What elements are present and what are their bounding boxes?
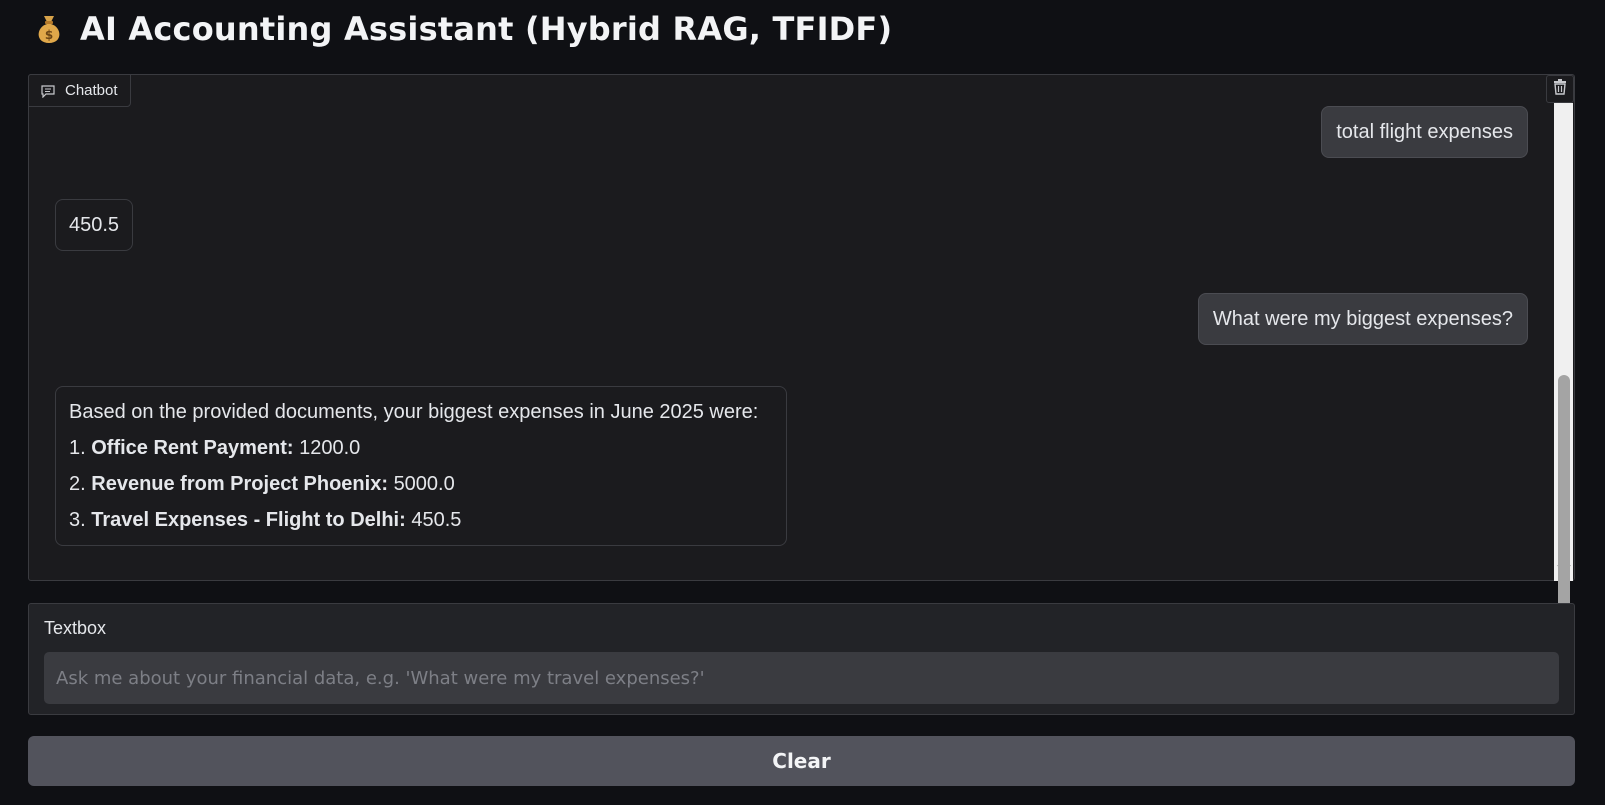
list-item-number: 2.: [69, 473, 86, 495]
bot-message-intro: Based on the provided documents, your bi…: [69, 401, 759, 423]
chatbot-label: Chatbot: [28, 74, 131, 107]
list-item-value: 450.5: [411, 509, 462, 531]
chat-bubble-icon: [41, 84, 55, 98]
chat-scrollbar-thumb[interactable]: [1558, 375, 1570, 629]
app-page: $ AI Accounting Assistant (Hybrid RAG, T…: [0, 0, 1605, 805]
user-message-text: total flight expenses: [1336, 121, 1513, 143]
chat-input[interactable]: [44, 652, 1559, 704]
textbox-panel: Textbox: [28, 603, 1575, 715]
list-item-value: 1200.0: [299, 437, 361, 459]
user-message-text: What were my biggest expenses?: [1212, 308, 1513, 330]
user-message: What were my biggest expenses?: [1197, 293, 1528, 345]
list-item-label: Office Rent Payment:: [91, 437, 294, 459]
user-message: total flight expenses: [1321, 106, 1528, 158]
bot-message: 450.5: [55, 199, 134, 251]
list-item-label: Travel Expenses - Flight to Delhi:: [91, 509, 406, 531]
textbox-label: Textbox: [44, 618, 107, 638]
bot-message: Based on the provided documents, your bi…: [55, 386, 787, 546]
list-item: 2. Revenue from Project Phoenix: 5000.0: [69, 471, 773, 497]
scroll-down-arrow-icon[interactable]: [1557, 565, 1571, 575]
list-item-number: 3.: [69, 509, 86, 531]
chatbot-panel: Chatbot total flight expenses 450.5 What…: [28, 74, 1575, 629]
money-bag-icon: $: [32, 12, 66, 46]
list-item: 3. Travel Expenses - Flight to Delhi: 45…: [69, 507, 773, 533]
page-title: AI Accounting Assistant (Hybrid RAG, TFI…: [80, 10, 893, 48]
chatbot-label-text: Chatbot: [65, 82, 118, 99]
svg-text:$: $: [45, 28, 53, 42]
app-header: $ AI Accounting Assistant (Hybrid RAG, T…: [32, 6, 892, 52]
clear-button[interactable]: Clear: [28, 736, 1575, 786]
list-item: 1. Office Rent Payment: 1200.0: [69, 435, 773, 461]
list-item-label: Revenue from Project Phoenix:: [91, 473, 388, 495]
chat-scrollbar[interactable]: [1554, 103, 1573, 629]
trash-icon: [1553, 78, 1567, 100]
list-item-number: 1.: [69, 437, 86, 459]
clear-chat-button[interactable]: [1546, 75, 1574, 103]
bot-message-text: 450.5: [69, 214, 120, 236]
list-item-value: 5000.0: [393, 473, 455, 495]
